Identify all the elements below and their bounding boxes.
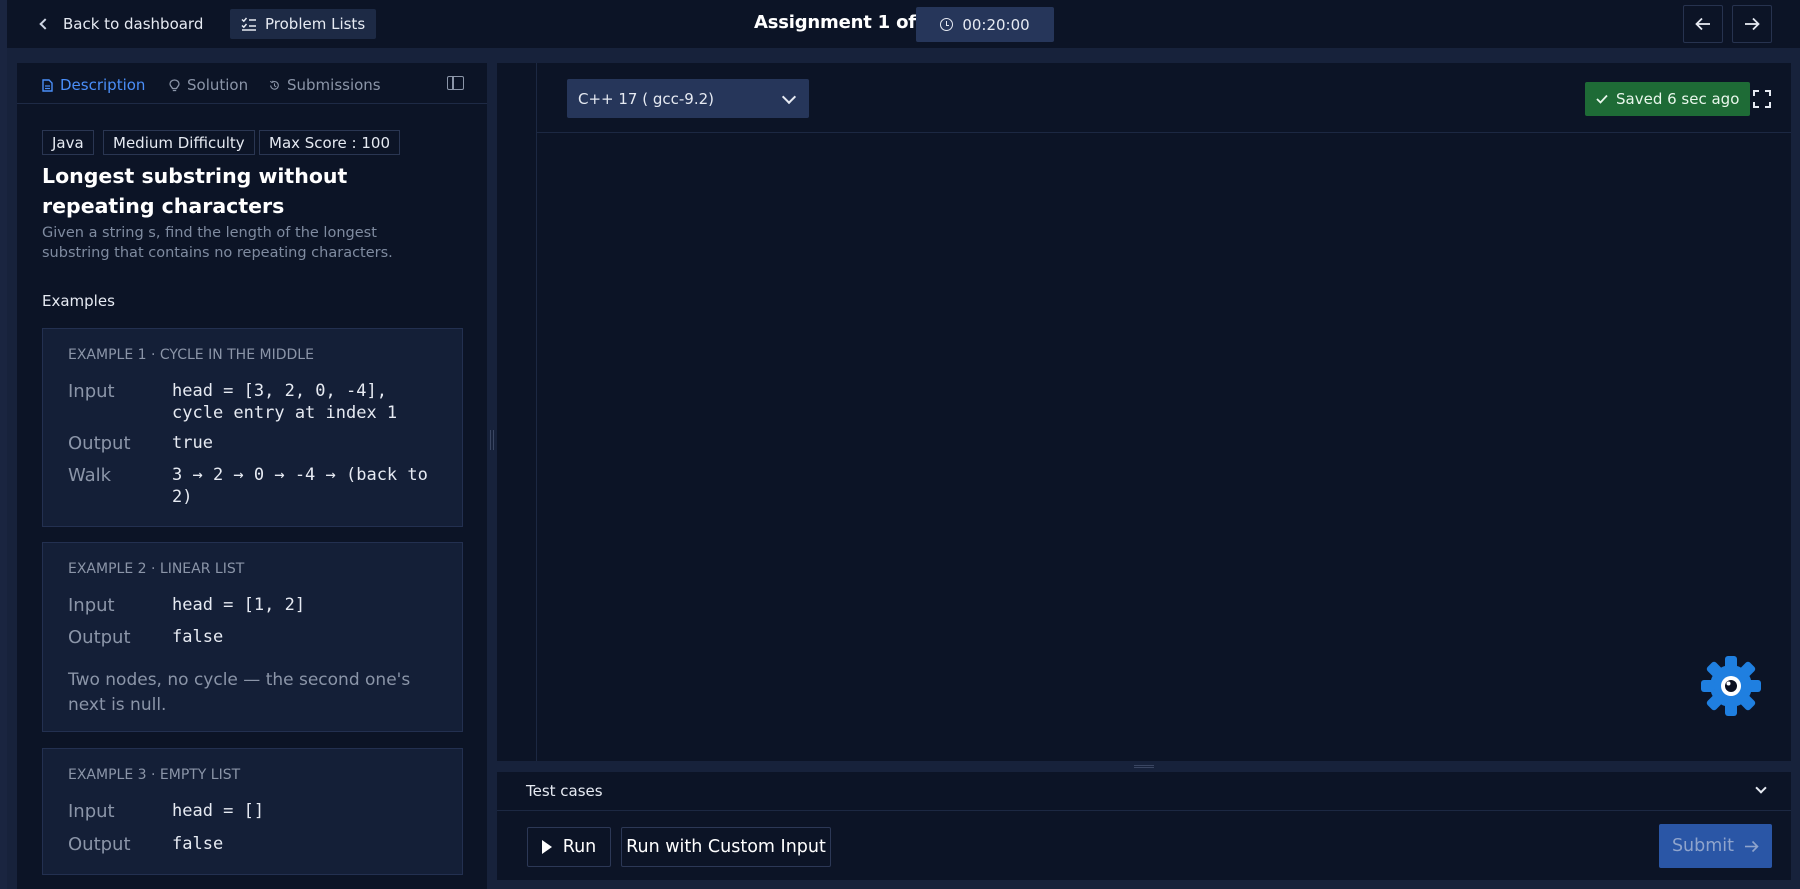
run-label: Run xyxy=(562,837,597,857)
assistant-gear-icon[interactable] xyxy=(1699,654,1763,718)
window-edge xyxy=(0,0,7,889)
checklist-icon xyxy=(241,17,256,31)
lightbulb-icon xyxy=(169,78,180,91)
tab-description-label: Description xyxy=(60,76,146,94)
problem-panel: Description Solution Submissions Java Me… xyxy=(17,63,487,889)
horizontal-resize-handle[interactable] xyxy=(1134,765,1154,768)
example-key: Input xyxy=(68,381,115,402)
test-cases-header[interactable]: Test cases xyxy=(497,772,1791,811)
clock-icon xyxy=(940,18,954,31)
history-icon xyxy=(269,80,279,90)
example-value: false xyxy=(172,627,224,647)
tab-submissions-label: Submissions xyxy=(287,76,381,94)
example-key: Output xyxy=(68,834,131,855)
editor-toolbar: C++ 17 ( gcc-9.2) Saved 6 sec ago xyxy=(537,63,1791,133)
chevron-down-icon xyxy=(1755,782,1767,794)
example-card: Example 2 · Linear list Input head = [1,… xyxy=(42,542,463,732)
examples-heading: Examples xyxy=(42,292,115,310)
saved-status-text: Saved 6 sec ago xyxy=(1616,90,1740,108)
example-label: Example 2 · Linear list xyxy=(68,561,245,577)
example-card: Example 3 · Empty list Input head = [] O… xyxy=(42,748,463,875)
tag-difficulty: Medium Difficulty xyxy=(103,130,255,155)
example-key: Output xyxy=(68,627,131,648)
back-label: Back to dashboard xyxy=(63,15,204,33)
test-cases-label: Test cases xyxy=(526,782,603,800)
example-value: true xyxy=(172,433,213,453)
run-button[interactable]: Run xyxy=(527,827,611,867)
document-icon xyxy=(42,78,53,92)
problem-description: Given a string s, find the length of the… xyxy=(42,225,393,261)
vertical-resize-handle[interactable] xyxy=(490,430,494,450)
chevron-left-icon xyxy=(39,18,51,30)
example-key: Walk xyxy=(68,465,112,486)
example-label: Example 3 · Empty list xyxy=(68,767,241,783)
tab-solution-label: Solution xyxy=(187,76,249,94)
collapse-panel-icon[interactable] xyxy=(447,76,464,90)
language-select[interactable]: C++ 17 ( gcc-9.2) xyxy=(567,79,809,118)
timer: 00:20:00 xyxy=(916,7,1054,42)
chevron-down-icon xyxy=(781,89,797,105)
timer-value: 00:20:00 xyxy=(962,15,1030,34)
example-value: false xyxy=(172,834,224,854)
example-card: Example 1 · Cycle in the middle Input he… xyxy=(42,328,463,527)
saved-status-badge: Saved 6 sec ago xyxy=(1585,82,1751,116)
tag-max-score: Max Score : 100 xyxy=(259,130,401,155)
arrow-right-icon xyxy=(1745,17,1760,31)
example-value: head = [3, 2, 0, -4], cycle entry at ind… xyxy=(172,381,398,423)
example-key: Input xyxy=(68,595,115,616)
tag-language: Java xyxy=(42,130,94,155)
next-problem-button[interactable] xyxy=(1732,5,1772,43)
tab-description[interactable]: Description xyxy=(42,76,145,94)
problem-lists-button[interactable]: Problem Lists xyxy=(230,9,377,39)
previous-problem-button[interactable] xyxy=(1683,5,1723,43)
top-bar: Back to dashboard Problem Lists Assignme… xyxy=(7,0,1800,48)
example-value: head = [1, 2] xyxy=(172,595,306,615)
play-icon xyxy=(541,840,552,854)
action-bar: Run Run with Custom Input Submit xyxy=(497,811,1791,880)
problem-title: Longest substring without repeating char… xyxy=(42,164,348,218)
back-to-dashboard-link[interactable]: Back to dashboard xyxy=(39,12,204,36)
arrow-left-icon xyxy=(1695,17,1710,31)
fullscreen-icon[interactable] xyxy=(1753,90,1771,108)
example-label: Example 1 · Cycle in the middle xyxy=(68,347,314,363)
example-note: Two nodes, no cycle — the second one's n… xyxy=(68,670,411,715)
assignment-title: Assignment 1 of 5 xyxy=(754,12,935,33)
run-custom-label: Run with Custom Input xyxy=(626,837,826,857)
example-value: head = [] xyxy=(172,801,265,821)
tab-submissions[interactable]: Submissions xyxy=(269,76,381,94)
problem-lists-label: Problem Lists xyxy=(265,15,366,33)
example-key: Input xyxy=(68,801,115,822)
editor-gutter xyxy=(497,63,537,761)
code-editor[interactable]: C++ 17 ( gcc-9.2) Saved 6 sec ago xyxy=(497,63,1791,761)
submit-button[interactable]: Submit xyxy=(1659,824,1772,868)
submit-label: Submit xyxy=(1671,836,1735,856)
app-window: Back to dashboard Problem Lists Assignme… xyxy=(0,0,1800,889)
problem-tabs: Description Solution Submissions xyxy=(17,63,487,104)
arrow-right-icon xyxy=(1745,840,1759,852)
check-icon xyxy=(1596,94,1608,104)
example-key: Output xyxy=(68,433,131,454)
tab-solution[interactable]: Solution xyxy=(169,76,248,94)
example-value: 3 → 2 → 0 → -4 → (back to 2) xyxy=(172,465,428,507)
run-custom-input-button[interactable]: Run with Custom Input xyxy=(621,827,831,867)
language-value: C++ 17 ( gcc-9.2) xyxy=(578,89,714,108)
